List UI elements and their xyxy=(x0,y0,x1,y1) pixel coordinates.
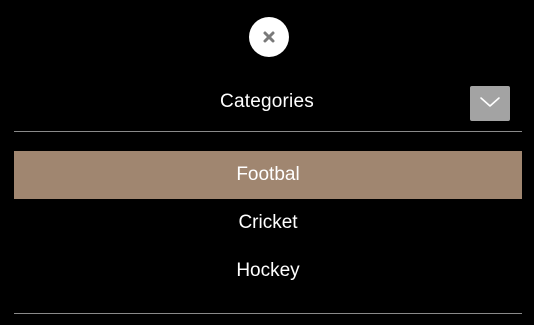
footer-divider xyxy=(14,313,522,314)
close-icon xyxy=(262,30,276,44)
category-item-hockey[interactable]: Hockey xyxy=(14,247,522,295)
category-item-football[interactable]: Footbal xyxy=(14,151,522,199)
category-list: Footbal Cricket Hockey xyxy=(14,151,522,295)
menu-toggle-button[interactable] xyxy=(470,86,510,121)
header-divider xyxy=(14,131,522,132)
category-label: Footbal xyxy=(236,164,300,185)
category-item-cricket[interactable]: Cricket xyxy=(14,199,522,247)
menu-title: Categories xyxy=(220,91,314,112)
category-label: Cricket xyxy=(238,212,298,233)
menu-header: Categories xyxy=(0,84,534,121)
chevron-down-icon xyxy=(479,95,501,113)
close-button[interactable] xyxy=(249,17,289,57)
category-label: Hockey xyxy=(236,260,300,281)
